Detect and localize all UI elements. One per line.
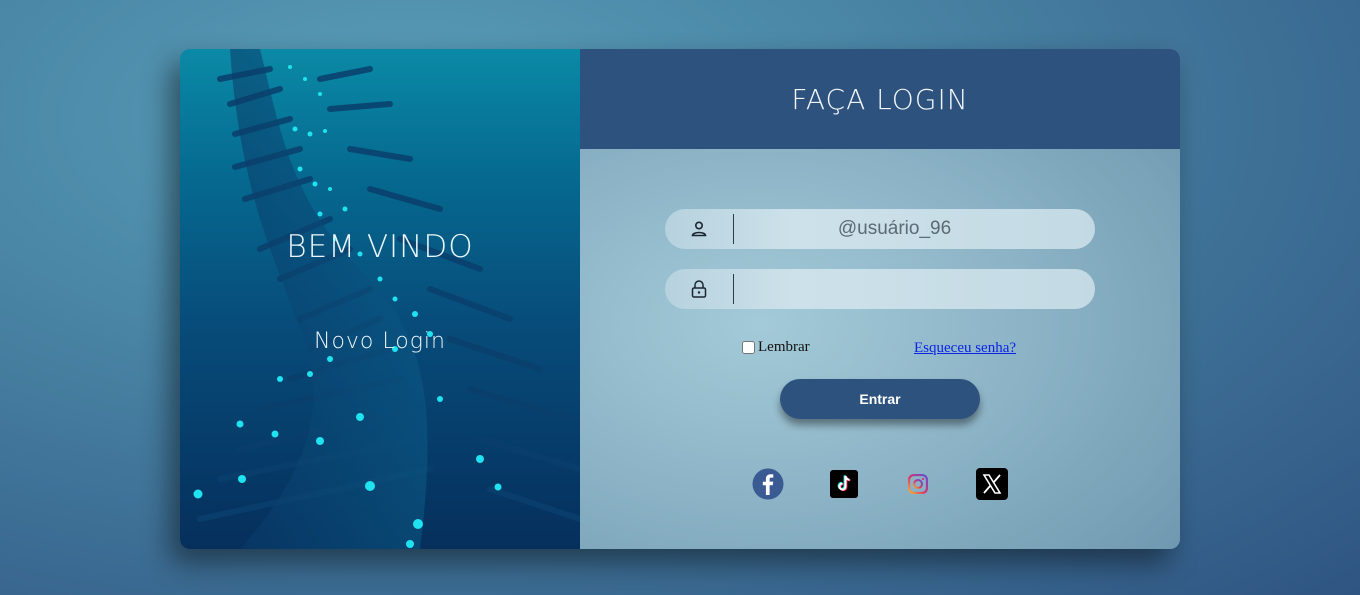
login-button[interactable]: Entrar [780,379,980,419]
instagram-icon[interactable] [908,474,928,494]
welcome-heading: BEM VINDO [286,229,474,265]
remember-checkbox[interactable] [742,341,755,354]
login-card: BEM VINDO Novo Login FAÇA LOGIN @usuário… [180,49,1180,549]
tiktok-icon[interactable] [830,470,858,498]
user-icon [665,209,733,249]
login-panel: FAÇA LOGIN @usuário_96 Lembrar Esqueceu … [580,49,1180,549]
remember-label: Lembrar [758,339,810,355]
remember-option[interactable]: Lembrar [742,339,810,356]
new-login-link[interactable]: Novo Login [180,329,580,354]
x-icon[interactable] [976,468,1008,500]
login-title: FAÇA LOGIN [791,82,969,116]
forgot-password-link[interactable]: Esqueceu senha? [914,340,1016,357]
login-header: FAÇA LOGIN [580,49,1180,149]
welcome-panel: BEM VINDO Novo Login [180,49,580,549]
facebook-icon[interactable] [752,468,784,500]
username-input[interactable] [734,211,1095,247]
password-field[interactable] [665,269,1095,309]
abstract-background-art [193,49,580,549]
password-input[interactable] [734,271,1095,307]
username-field[interactable] [665,209,1095,249]
lock-icon [665,269,733,309]
